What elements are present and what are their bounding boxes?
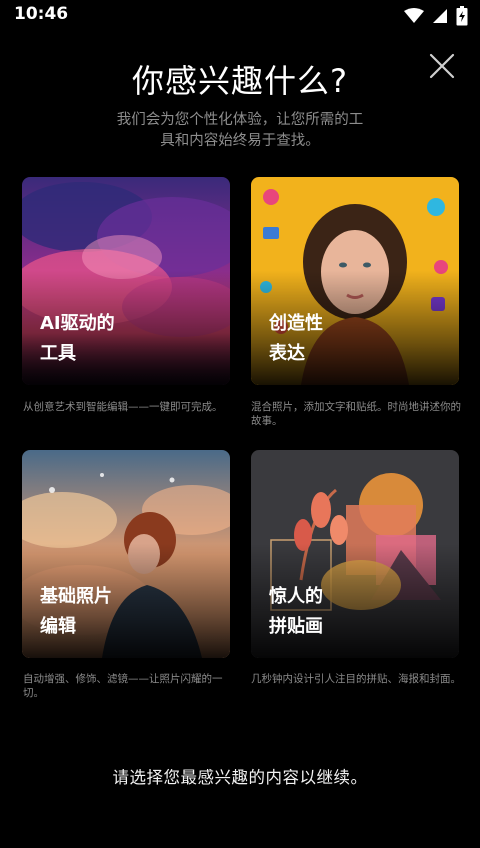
card-title: 基础照片 编辑 [40,586,112,637]
card-desc-ai-tools: 从创意艺术到智能编辑——一键即可完成。 [23,401,223,413]
card-collage[interactable]: 惊人的 拼贴画 [251,450,459,658]
card-ai-tools[interactable]: AI驱动的 工具 [22,177,230,385]
status-time: 10:46 [14,4,69,24]
signal-icon [433,9,447,23]
card-desc-creative-expression: 混合照片，添加文字和贴纸。时尚地讲述你的故事。 [251,401,461,427]
page-title: 你感兴趣什么? [132,62,348,100]
card-basic-photo-editing[interactable]: 基础照片 编辑 [22,450,230,658]
card-title: 创造性 表达 [269,313,323,364]
card-title: AI驱动的 工具 [40,313,115,364]
card-creative-expression[interactable]: 创造性 表达 [251,177,459,385]
status-icons [404,6,468,26]
status-bar: 10:46 [0,0,480,30]
card-desc-collage: 几秒钟内设计引人注目的拼贴、海报和封面。 [251,673,461,685]
wifi-icon [404,8,424,23]
card-title: 惊人的 拼贴画 [269,586,323,637]
battery-charging-icon [456,6,468,26]
page-subtitle: 我们会为您个性化体验，让您所需的工具和内容始终易于查找。 [116,112,364,149]
footer-prompt: 请选择您最感兴趣的内容以继续。 [112,768,368,787]
card-desc-basic-photo-editing: 自动增强、修饰、滤镜——让照片闪耀的一切。 [23,673,223,699]
